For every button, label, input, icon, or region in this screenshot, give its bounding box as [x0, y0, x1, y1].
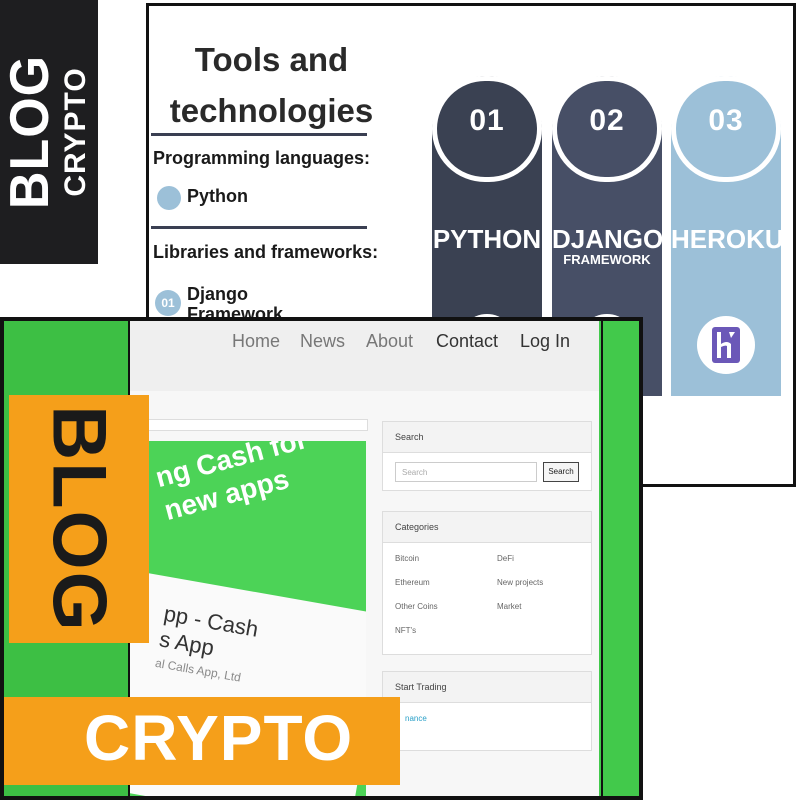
- category-link[interactable]: Market: [497, 602, 521, 611]
- crypto-label-text: CRYPTO: [84, 702, 354, 774]
- crypto-label: CRYPTO: [4, 697, 400, 785]
- heroku-logo-icon: [697, 316, 755, 374]
- pill-heroku: 03 HEROKU: [671, 76, 784, 396]
- language-item: Python: [187, 186, 248, 206]
- divider: [151, 133, 367, 136]
- blog-label: BLOG: [9, 395, 149, 643]
- framework-item-line1: Django: [187, 284, 248, 304]
- post-top-border: [130, 419, 368, 431]
- section-heading-languages: Programming languages:: [153, 148, 371, 168]
- top-navbar: Home News About Contact Log In: [130, 321, 599, 391]
- search-widget: Search Search Search: [382, 421, 592, 491]
- badge-crypto-text: CRYPTO: [59, 67, 92, 197]
- category-link[interactable]: Other Coins: [395, 602, 438, 611]
- category-link[interactable]: New projects: [497, 578, 543, 587]
- badge-blog-text: BLOG: [0, 54, 61, 210]
- widget-title: Categories: [383, 512, 591, 543]
- pill-label: HEROKU: [671, 224, 784, 254]
- pill-number: 01: [469, 104, 505, 137]
- pill-number: 03: [708, 104, 744, 137]
- pill-label: PYTHON: [432, 224, 542, 254]
- blog-label-text: BLOG: [36, 405, 122, 633]
- section-heading-frameworks: Libraries and frameworks:: [153, 242, 379, 262]
- category-link[interactable]: Bitcoin: [395, 554, 419, 563]
- category-link[interactable]: DeFi: [497, 554, 514, 563]
- categories-widget: Categories Bitcoin Ethereum Other Coins …: [382, 511, 592, 655]
- nav-contact[interactable]: Contact: [436, 331, 498, 352]
- trading-link[interactable]: nance: [405, 714, 427, 723]
- pill-number: 02: [589, 104, 625, 137]
- nav-home[interactable]: Home: [232, 331, 280, 352]
- divider: [151, 226, 367, 229]
- trading-widget: Start Trading nance: [382, 671, 592, 751]
- nav-login[interactable]: Log In: [520, 331, 570, 352]
- category-link[interactable]: Ethereum: [395, 578, 430, 587]
- bullet-dot: [157, 186, 181, 210]
- number-badge: 01: [155, 290, 181, 316]
- nav-news[interactable]: News: [300, 331, 345, 352]
- image-headline: ng Cash for new apps: [152, 441, 311, 527]
- pill-sub-label: FRAMEWORK: [563, 252, 651, 267]
- widget-title: Search: [383, 422, 591, 453]
- search-input[interactable]: Search: [395, 462, 537, 482]
- green-background: [599, 321, 639, 796]
- category-link[interactable]: NFT's: [395, 626, 416, 635]
- pill-label: DJANGO: [552, 224, 664, 254]
- blog-crypto-badge: BLOG CRYPTO: [0, 0, 98, 264]
- widget-title: Start Trading: [383, 672, 591, 703]
- divider-line: [601, 317, 603, 800]
- infographic-title: Tools and technologies: [169, 41, 374, 129]
- nav-about[interactable]: About: [366, 331, 413, 352]
- search-button[interactable]: Search: [543, 462, 579, 482]
